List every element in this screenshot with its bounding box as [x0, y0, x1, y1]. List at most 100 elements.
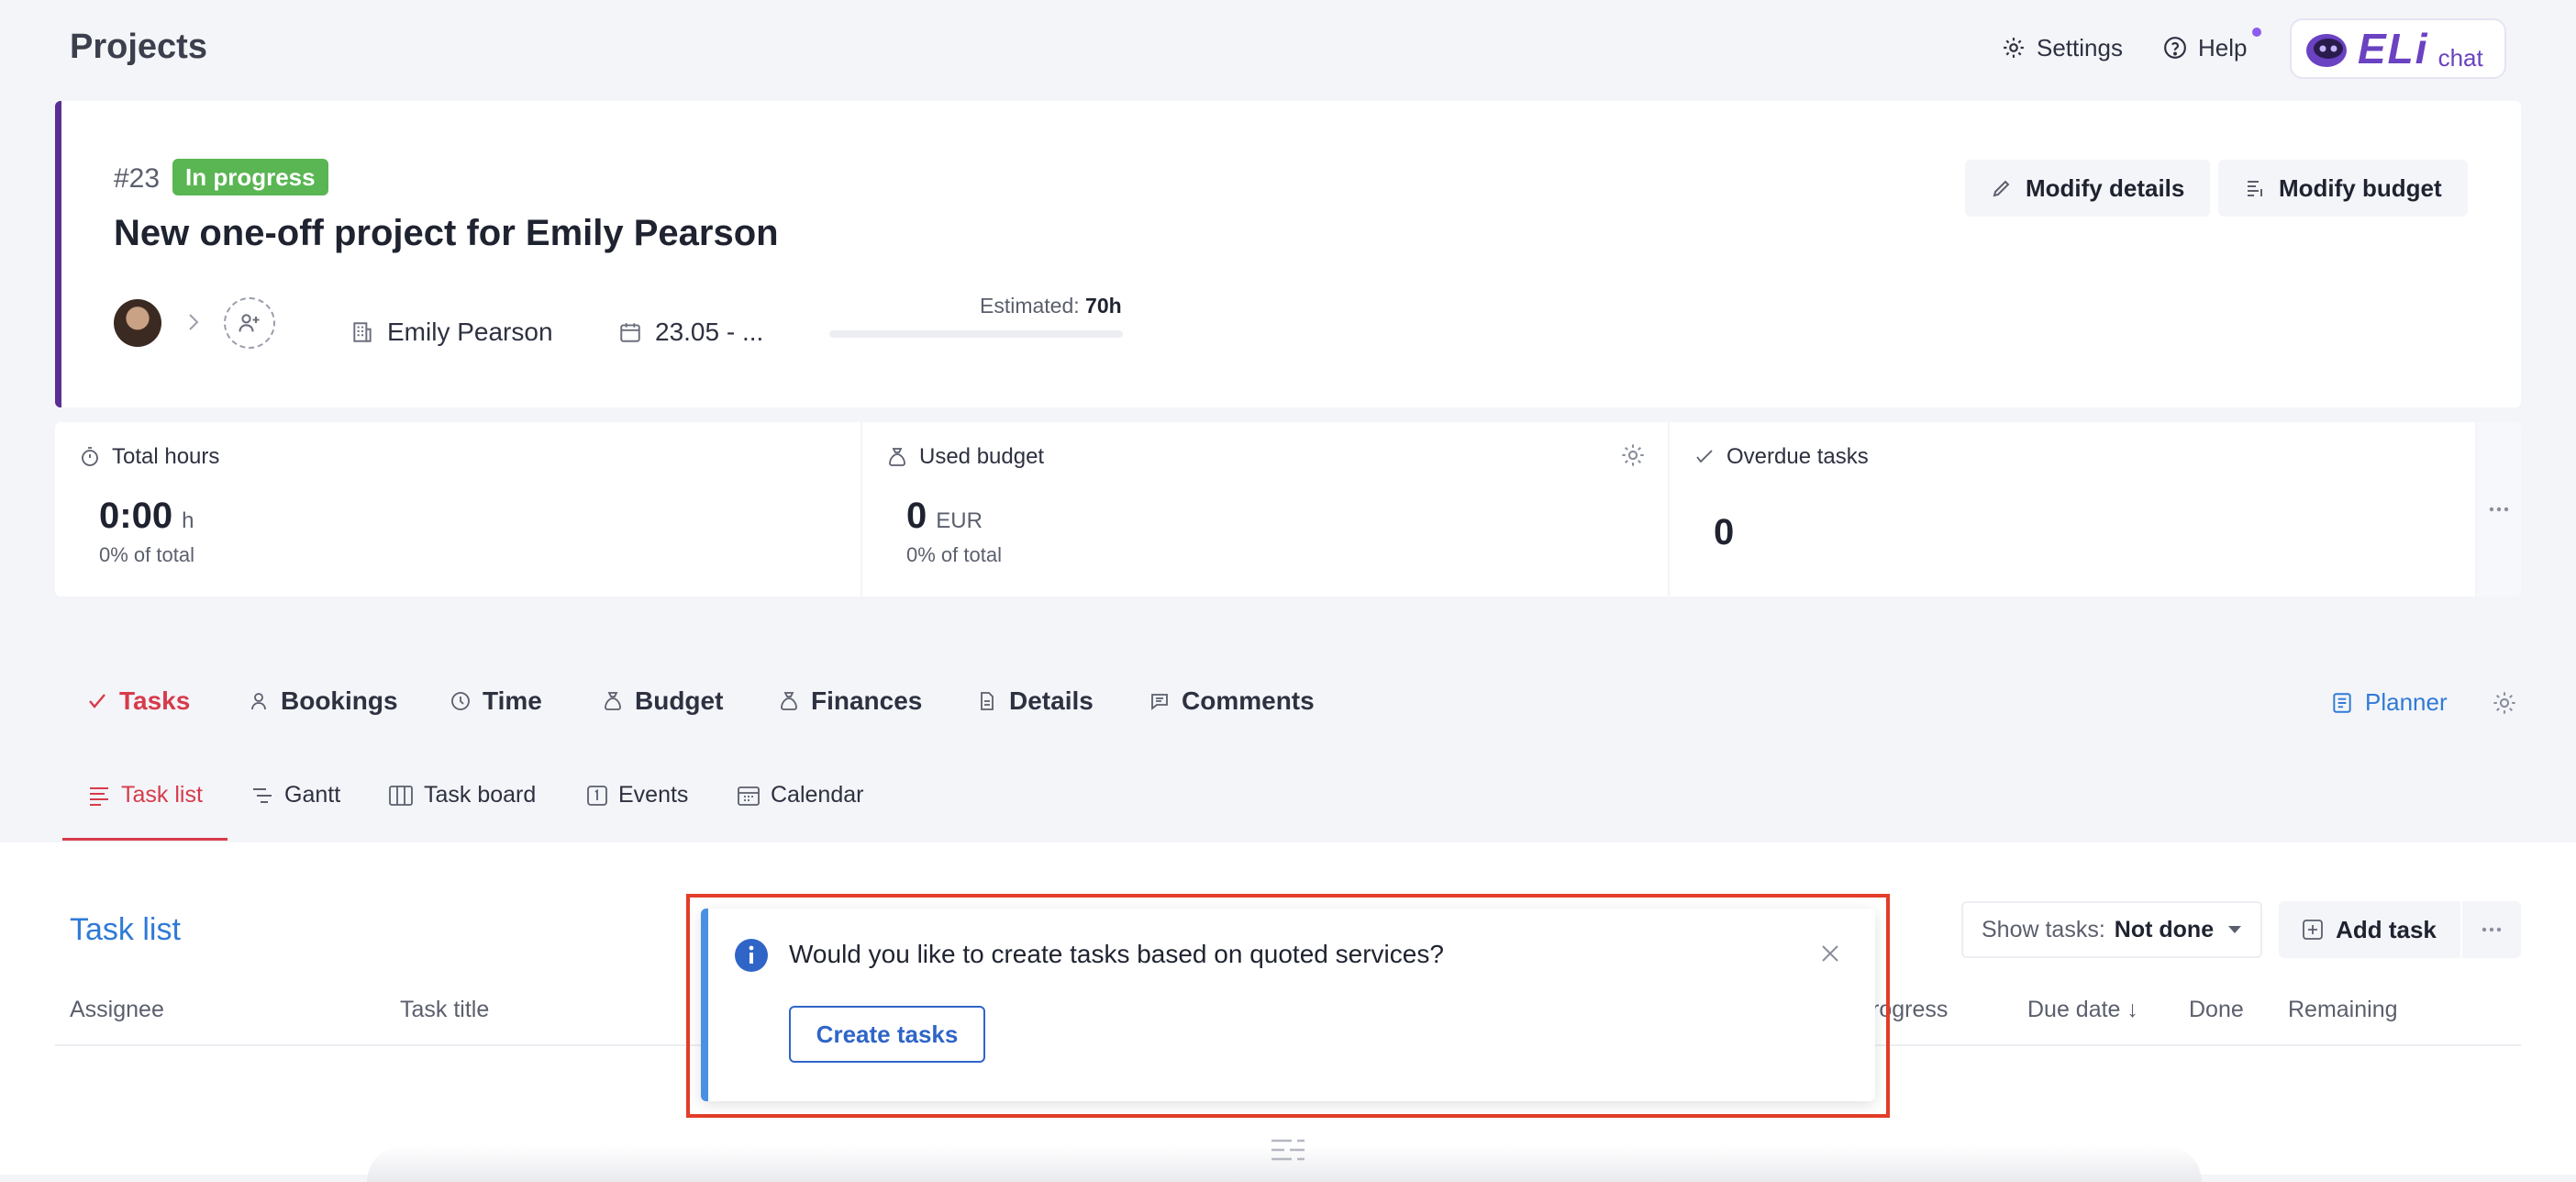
stopwatch-icon — [79, 446, 101, 468]
calendar-icon — [618, 320, 642, 344]
used-budget-pct: 0% — [906, 543, 936, 566]
status-badge: In progress — [172, 159, 328, 195]
task-more-button[interactable] — [2462, 901, 2521, 958]
notification-message: Would you like to create tasks based on … — [789, 940, 1444, 968]
client-name: Emily Pearson — [387, 318, 553, 346]
pencil-icon — [1991, 177, 2013, 199]
overdue-tasks-value: 0 — [1714, 512, 1735, 552]
subtab-calendar-label: Calendar — [771, 782, 864, 808]
board-icon — [389, 785, 413, 806]
question-icon — [2163, 36, 2187, 60]
tab-budget[interactable]: Budget — [602, 686, 723, 716]
tab-bookings-label: Bookings — [281, 686, 398, 715]
project-name: New one-off project for Emily Pearson — [114, 213, 779, 253]
page-title: Projects — [70, 28, 207, 66]
money-bag-icon — [886, 446, 908, 468]
document-icon — [976, 690, 998, 712]
tab-comments-label: Comments — [1182, 686, 1315, 715]
check-icon — [86, 690, 108, 712]
settings-button[interactable]: Settings — [2002, 28, 2123, 68]
ellipsis-icon — [2488, 506, 2510, 513]
add-user-button[interactable] — [224, 297, 275, 349]
col-done[interactable]: Done — [2189, 997, 2244, 1023]
used-budget-unit: EUR — [936, 508, 983, 533]
subtab-task-board[interactable]: Task board — [389, 782, 536, 808]
add-task-button[interactable]: Add task — [2279, 901, 2460, 958]
help-label: Help — [2198, 33, 2248, 61]
modify-details-label: Modify details — [2026, 173, 2185, 202]
modify-budget-button[interactable]: Modify budget — [2218, 160, 2468, 217]
col-assignee[interactable]: Assignee — [70, 997, 164, 1023]
stats-more-button[interactable] — [2477, 422, 2521, 597]
used-budget-label: Used budget — [919, 444, 1045, 469]
show-tasks-dropdown[interactable]: Show tasks: Not done — [1961, 901, 2262, 958]
comment-icon — [1149, 690, 1171, 712]
event-one-icon — [587, 785, 607, 806]
tab-tasks[interactable]: Tasks — [86, 686, 190, 716]
total-hours-label: Total hours — [112, 444, 220, 469]
col-due-date[interactable]: Due date ↓ — [2027, 997, 2138, 1023]
planner-button[interactable]: Planner — [2330, 688, 2448, 717]
used-budget-sub: 0% of total — [906, 543, 1002, 567]
stat-total-hours: Total hours 0:00 h 0% of total — [55, 422, 861, 597]
planner-icon — [2330, 691, 2354, 715]
date-range: 23.05 - ... — [655, 318, 764, 346]
col-remaining[interactable]: Remaining — [2288, 997, 2398, 1023]
tab-finances[interactable]: Finances — [778, 686, 922, 716]
person-icon — [248, 690, 270, 712]
estimated-value: 70h — [1085, 294, 1122, 318]
modify-budget-label: Modify budget — [2279, 173, 2442, 202]
clock-icon — [450, 690, 472, 712]
tab-budget-label: Budget — [635, 686, 724, 715]
stat-total-hours-label: Total hours — [79, 444, 219, 470]
total-hours-value: 0:00 h — [99, 496, 194, 537]
close-icon[interactable] — [1820, 943, 1840, 964]
subtab-task-board-label: Task board — [424, 782, 537, 808]
estimated-label-text: Estimated: — [980, 294, 1080, 318]
budget-settings-gear-icon[interactable] — [1620, 442, 1646, 468]
stat-used-budget: Used budget 0 EUR 0% of total — [862, 422, 1668, 597]
check-heart-icon — [1693, 446, 1715, 468]
show-tasks-value: Not done — [2114, 916, 2215, 942]
avatar[interactable] — [114, 299, 161, 347]
show-tasks-label: Show tasks: — [1982, 916, 2105, 942]
subtab-calendar[interactable]: Calendar — [738, 782, 863, 808]
add-person-icon — [237, 310, 262, 336]
tab-bookings[interactable]: Bookings — [248, 686, 398, 716]
info-icon — [734, 938, 769, 973]
subtab-events[interactable]: Events — [587, 782, 688, 808]
ellipsis-icon — [2481, 926, 2503, 933]
caret-down-icon — [2227, 925, 2242, 934]
robot-icon — [2304, 28, 2348, 69]
tab-finances-label: Finances — [811, 686, 923, 715]
coins-icon — [778, 690, 800, 712]
notification-dot — [2252, 28, 2261, 37]
help-button[interactable]: Help — [2163, 28, 2247, 68]
subtab-active-indicator — [62, 838, 228, 841]
tabs-settings-gear-icon[interactable] — [2492, 690, 2517, 716]
total-hours-sub-text: of total — [133, 543, 194, 566]
estimated-progress-bar — [829, 330, 1123, 338]
eli-chat-button[interactable]: ELi chat — [2290, 18, 2506, 79]
subtab-gantt[interactable]: Gantt — [251, 782, 340, 808]
stat-used-budget-label: Used budget — [886, 444, 1044, 470]
stat-overdue-tasks: Overdue tasks 0 — [1670, 422, 2475, 597]
tab-details[interactable]: Details — [976, 686, 1094, 716]
task-list-title: Task list — [70, 912, 181, 947]
used-budget-number: 0 — [906, 496, 927, 536]
tab-comments[interactable]: Comments — [1149, 686, 1315, 716]
overdue-tasks-label: Overdue tasks — [1727, 444, 1869, 469]
drag-handle-icon[interactable] — [1270, 1138, 1306, 1162]
col-task-title[interactable]: Task title — [400, 997, 489, 1023]
stat-overdue-tasks-label: Overdue tasks — [1693, 444, 1869, 470]
gear-icon — [2002, 36, 2026, 60]
tab-time[interactable]: Time — [450, 686, 542, 716]
list-icon — [88, 786, 110, 806]
create-tasks-button[interactable]: Create tasks — [789, 1006, 985, 1063]
total-hours-sub: 0% of total — [99, 543, 194, 567]
modify-details-button[interactable]: Modify details — [1965, 160, 2211, 217]
subtab-task-list[interactable]: Task list — [88, 782, 203, 808]
subtab-events-label: Events — [618, 782, 689, 808]
subtab-gantt-label: Gantt — [284, 782, 341, 808]
chevron-right-icon — [187, 312, 200, 332]
